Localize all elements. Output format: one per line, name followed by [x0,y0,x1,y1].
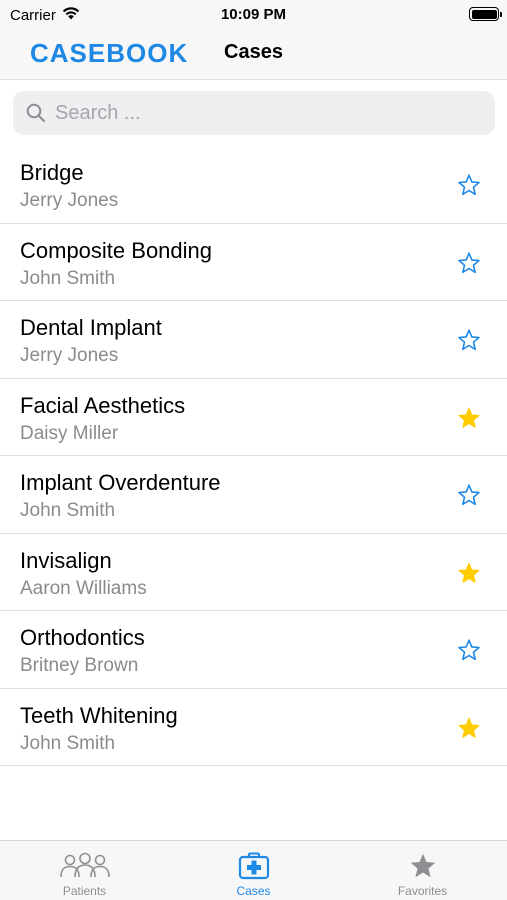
favorite-star-icon[interactable] [457,173,481,197]
case-row[interactable]: Invisalign Aaron Williams [0,534,507,611]
medical-kit-icon [238,851,270,881]
tab-label: Favorites [397,884,448,898]
search-input[interactable] [55,101,475,125]
page-title: Cases [224,41,283,63]
case-patient-name: Aaron Williams [20,577,147,599]
case-title: Orthodontics [20,625,145,650]
tab-bar: Patients Cases Favorites [0,840,507,900]
people-icon [59,851,111,881]
case-row[interactable]: Composite Bonding John Smith [0,224,507,301]
tab-favorites[interactable]: Favorites [338,841,507,900]
star-icon [408,851,438,881]
case-patient-name: John Smith [20,267,116,289]
app-logo[interactable]: CASEBOOK [30,38,188,69]
case-row[interactable]: Facial Aesthetics Daisy Miller [0,379,507,456]
case-row[interactable]: Bridge Jerry Jones [0,146,507,224]
case-patient-name: Jerry Jones [20,190,119,211]
case-patient-name: Jerry Jones [20,345,119,366]
case-title: Facial Aesthetics [20,392,186,418]
favorite-star-icon[interactable] [457,406,481,430]
navigation-bar: CASEBOOK Cases [0,28,507,80]
case-patient-name: Daisy Miller [20,422,119,444]
case-patient-name: John Smith [20,732,116,754]
battery-icon [469,7,502,21]
case-title: Dental Implant [20,315,162,340]
favorite-star-icon[interactable] [457,251,481,275]
case-title: Bridge [20,160,84,185]
battery-level [471,9,497,19]
case-row[interactable]: Dental Implant Jerry Jones [0,301,507,379]
case-row[interactable]: Implant Overdenture John Smith [0,456,507,534]
case-patient-name: John Smith [20,500,116,521]
favorite-star-icon[interactable] [457,561,481,585]
case-title: Implant Overdenture [20,470,221,495]
tab-cases[interactable]: Cases [169,841,338,900]
tab-label: Patients [62,884,107,898]
tab-patients[interactable]: Patients [0,841,169,900]
favorite-star-icon[interactable] [457,483,481,507]
case-title: Composite Bonding [20,237,213,263]
favorite-star-icon[interactable] [457,638,481,662]
case-row[interactable]: Orthodontics Britney Brown [0,611,507,689]
tab-label: Cases [236,884,271,898]
search-icon [25,102,47,124]
clock: 10:09 PM [220,6,287,23]
favorite-star-icon[interactable] [457,716,481,740]
search-field[interactable] [13,91,495,135]
case-title: Invisalign [20,547,112,573]
case-title: Teeth Whitening [20,702,178,728]
favorite-star-icon[interactable] [457,328,481,352]
status-bar: Carrier 10:09 PM [0,0,507,28]
case-row[interactable]: Teeth Whitening John Smith [0,689,507,766]
case-patient-name: Britney Brown [20,655,139,676]
case-list: Bridge Jerry Jones Composite Bonding Joh… [0,146,507,766]
search-bar [0,80,507,146]
